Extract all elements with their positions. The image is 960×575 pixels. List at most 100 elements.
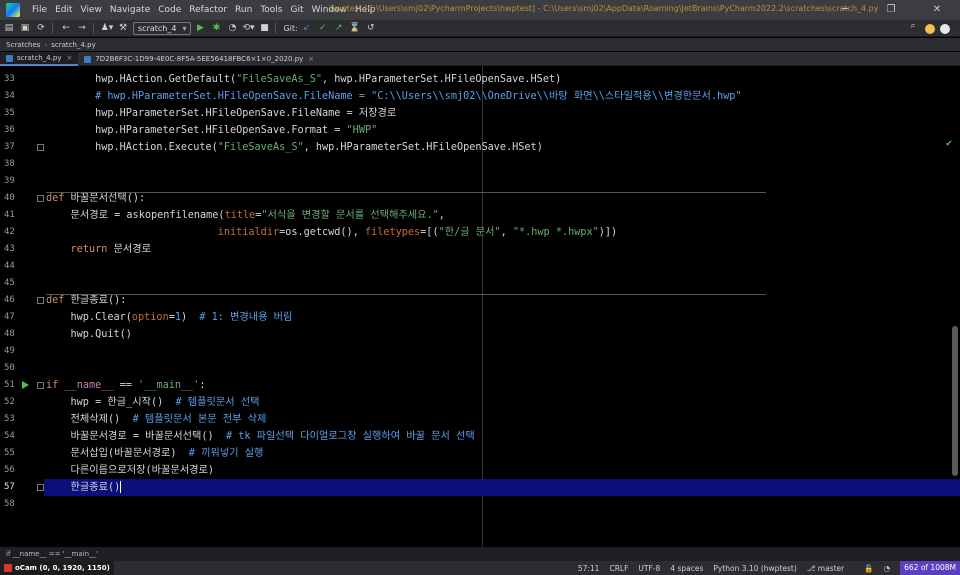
code-line[interactable]: 전체삭제() # 템플릿문서 본문 전부 삭제 <box>44 411 960 428</box>
code-line[interactable]: hwp.HParameterSet.HFileOpenSave.Format =… <box>44 122 960 139</box>
user-icon[interactable]: ♟▾ <box>100 23 114 33</box>
code-line[interactable]: # hwp.HParameterSet.HFileOpenSave.FileNa… <box>44 88 960 105</box>
git-update-icon[interactable]: ↙ <box>300 23 314 33</box>
line-number[interactable]: 38 <box>4 156 16 173</box>
line-number[interactable]: 35 <box>4 105 16 122</box>
code-line[interactable]: 다른이름으로저장(바꿀문서경로) <box>44 462 960 479</box>
maximize-button[interactable]: ❐ <box>868 0 914 20</box>
line-number[interactable]: 37 <box>4 139 16 156</box>
code-line[interactable] <box>44 173 960 190</box>
indent-setting[interactable]: 4 spaces <box>670 564 703 573</box>
more-run-icon[interactable]: ⟲▾ <box>241 23 255 33</box>
code-line[interactable]: return 문서경로 <box>44 241 960 258</box>
code-line[interactable]: 한글종료() <box>44 479 960 496</box>
line-number[interactable]: 46 <box>4 292 16 309</box>
code-line[interactable] <box>44 156 960 173</box>
debug-icon[interactable]: ✱ <box>209 23 223 33</box>
menu-code[interactable]: Code <box>154 5 185 15</box>
run-icon[interactable]: ▶ <box>193 23 207 33</box>
forward-icon[interactable]: → <box>75 23 89 33</box>
caret-position[interactable]: 57:11 <box>578 564 600 573</box>
code-line[interactable]: 바꿀문서경로 = 바꿀문서선택() # tk 파일선택 다이얼로그창 실행하여 … <box>44 428 960 445</box>
code-line[interactable]: def 바꿀문서선택(): <box>44 190 960 207</box>
line-number[interactable]: 57 <box>4 479 16 496</box>
line-separator[interactable]: CRLF <box>609 564 628 573</box>
code-line[interactable]: initialdir=os.getcwd(), filetypes=[("한/글… <box>44 224 960 241</box>
python-interpreter[interactable]: Python 3.10 (hwptest) <box>713 564 796 573</box>
minimize-button[interactable]: ─ <box>822 0 868 20</box>
fold-marker-icon[interactable] <box>37 195 44 202</box>
fold-marker-icon[interactable] <box>37 297 44 304</box>
hammer-icon[interactable]: ⚒ <box>116 23 130 33</box>
line-number[interactable]: 50 <box>4 360 16 377</box>
line-number[interactable]: 43 <box>4 241 16 258</box>
fold-marker-icon[interactable] <box>37 484 44 491</box>
git-rollback-icon[interactable]: ↺ <box>364 23 378 33</box>
search-icon[interactable]: ⌕ <box>906 21 920 34</box>
line-number[interactable]: 33 <box>4 71 16 88</box>
line-number[interactable]: 49 <box>4 343 16 360</box>
line-number[interactable]: 36 <box>4 122 16 139</box>
tab-scratch-4[interactable]: scratch_4.py × <box>0 52 79 66</box>
code-line[interactable]: 문서경로 = askopenfilename(title="서식을 변경할 문서… <box>44 207 960 224</box>
menu-refactor[interactable]: Refactor <box>185 5 231 15</box>
code-breadcrumb[interactable]: if __name__ == '__main__' <box>0 547 960 561</box>
git-history-icon[interactable]: ⌛ <box>348 23 362 33</box>
line-number[interactable]: 53 <box>4 411 16 428</box>
menu-edit[interactable]: Edit <box>51 5 76 15</box>
line-number[interactable]: 39 <box>4 173 16 190</box>
coverage-icon[interactable]: ◔ <box>225 23 239 33</box>
fold-marker-icon[interactable] <box>37 144 44 151</box>
line-number[interactable]: 41 <box>4 207 16 224</box>
nav-file[interactable]: scratch_4.py <box>51 41 95 49</box>
line-number[interactable]: 51 <box>4 377 16 394</box>
line-number[interactable]: 40 <box>4 190 16 207</box>
line-number[interactable]: 56 <box>4 462 16 479</box>
line-number[interactable]: 58 <box>4 496 16 513</box>
fold-marker-icon[interactable] <box>37 382 44 389</box>
code-line[interactable]: hwp.HAction.GetDefault("FileSaveAs_S", h… <box>44 71 960 88</box>
tab-other-file[interactable]: 7D2B6F3C-1D99-4E0C-8F5A-5EE56418FBC6×1×0… <box>78 52 320 66</box>
back-icon[interactable]: ← <box>59 23 73 33</box>
close-button[interactable]: ✕ <box>914 0 960 20</box>
line-number[interactable]: 45 <box>4 275 16 292</box>
settings-icon[interactable] <box>940 24 950 34</box>
git-push-icon[interactable]: ↗ <box>332 23 346 33</box>
menu-file[interactable]: File <box>28 5 51 15</box>
code-line[interactable]: hwp.HAction.Execute("FileSaveAs_S", hwp.… <box>44 139 960 156</box>
code-line[interactable] <box>44 275 960 292</box>
menu-tools[interactable]: Tools <box>256 5 286 15</box>
nav-scratches[interactable]: Scratches <box>6 41 40 49</box>
feedback-icon[interactable] <box>925 24 935 34</box>
code-line[interactable] <box>44 360 960 377</box>
notifications-icon[interactable]: ◔ <box>884 564 891 573</box>
code-line[interactable]: if __name__ == '__main__': <box>44 377 960 394</box>
code-line[interactable]: hwp = 한글_시작() # 템플릿문서 선택 <box>44 394 960 411</box>
menu-run[interactable]: Run <box>231 5 256 15</box>
code-line[interactable]: 문서삽입(바꿀문서경로) # 끼워넣기 실행 <box>44 445 960 462</box>
code-line[interactable]: hwp.HParameterSet.HFileOpenSave.FileName… <box>44 105 960 122</box>
file-encoding[interactable]: UTF-8 <box>638 564 660 573</box>
line-number[interactable]: 48 <box>4 326 16 343</box>
code-line[interactable]: def 한글종료(): <box>44 292 960 309</box>
memory-indicator[interactable]: 662 of 1008M <box>900 561 960 575</box>
code-line[interactable]: hwp.Clear(option=1) # 1: 변경내용 버림 <box>44 309 960 326</box>
line-number[interactable]: 55 <box>4 445 16 462</box>
pycharm-logo-icon[interactable] <box>6 3 20 17</box>
code-editor[interactable]: 33 34 35 36 37 38 39 40 41 42 43 44 45 46 47 48 49 50 51 52… <box>0 66 960 547</box>
git-commit-icon[interactable]: ✓ <box>316 23 330 33</box>
code-area[interactable]: hwp.HAction.GetDefault("FileSaveAs_S", h… <box>44 66 960 547</box>
stop-icon[interactable]: ■ <box>257 23 271 33</box>
code-line[interactable] <box>44 258 960 275</box>
open-folder-icon[interactable]: ▤ <box>2 23 16 33</box>
git-branch[interactable]: ⎇ master <box>807 564 854 573</box>
code-line[interactable]: hwp.Quit() <box>44 326 960 343</box>
line-number[interactable]: 42 <box>4 224 16 241</box>
run-configuration-selector[interactable]: scratch_4 ▾ <box>133 21 192 35</box>
close-tab-icon[interactable]: × <box>66 54 72 62</box>
sync-icon[interactable]: ⟳ <box>34 23 48 33</box>
no-problems-icon[interactable]: ✔ <box>946 138 952 149</box>
menu-view[interactable]: View <box>77 5 106 15</box>
menu-git[interactable]: Git <box>286 5 307 15</box>
run-gutter-icon[interactable] <box>22 381 29 389</box>
